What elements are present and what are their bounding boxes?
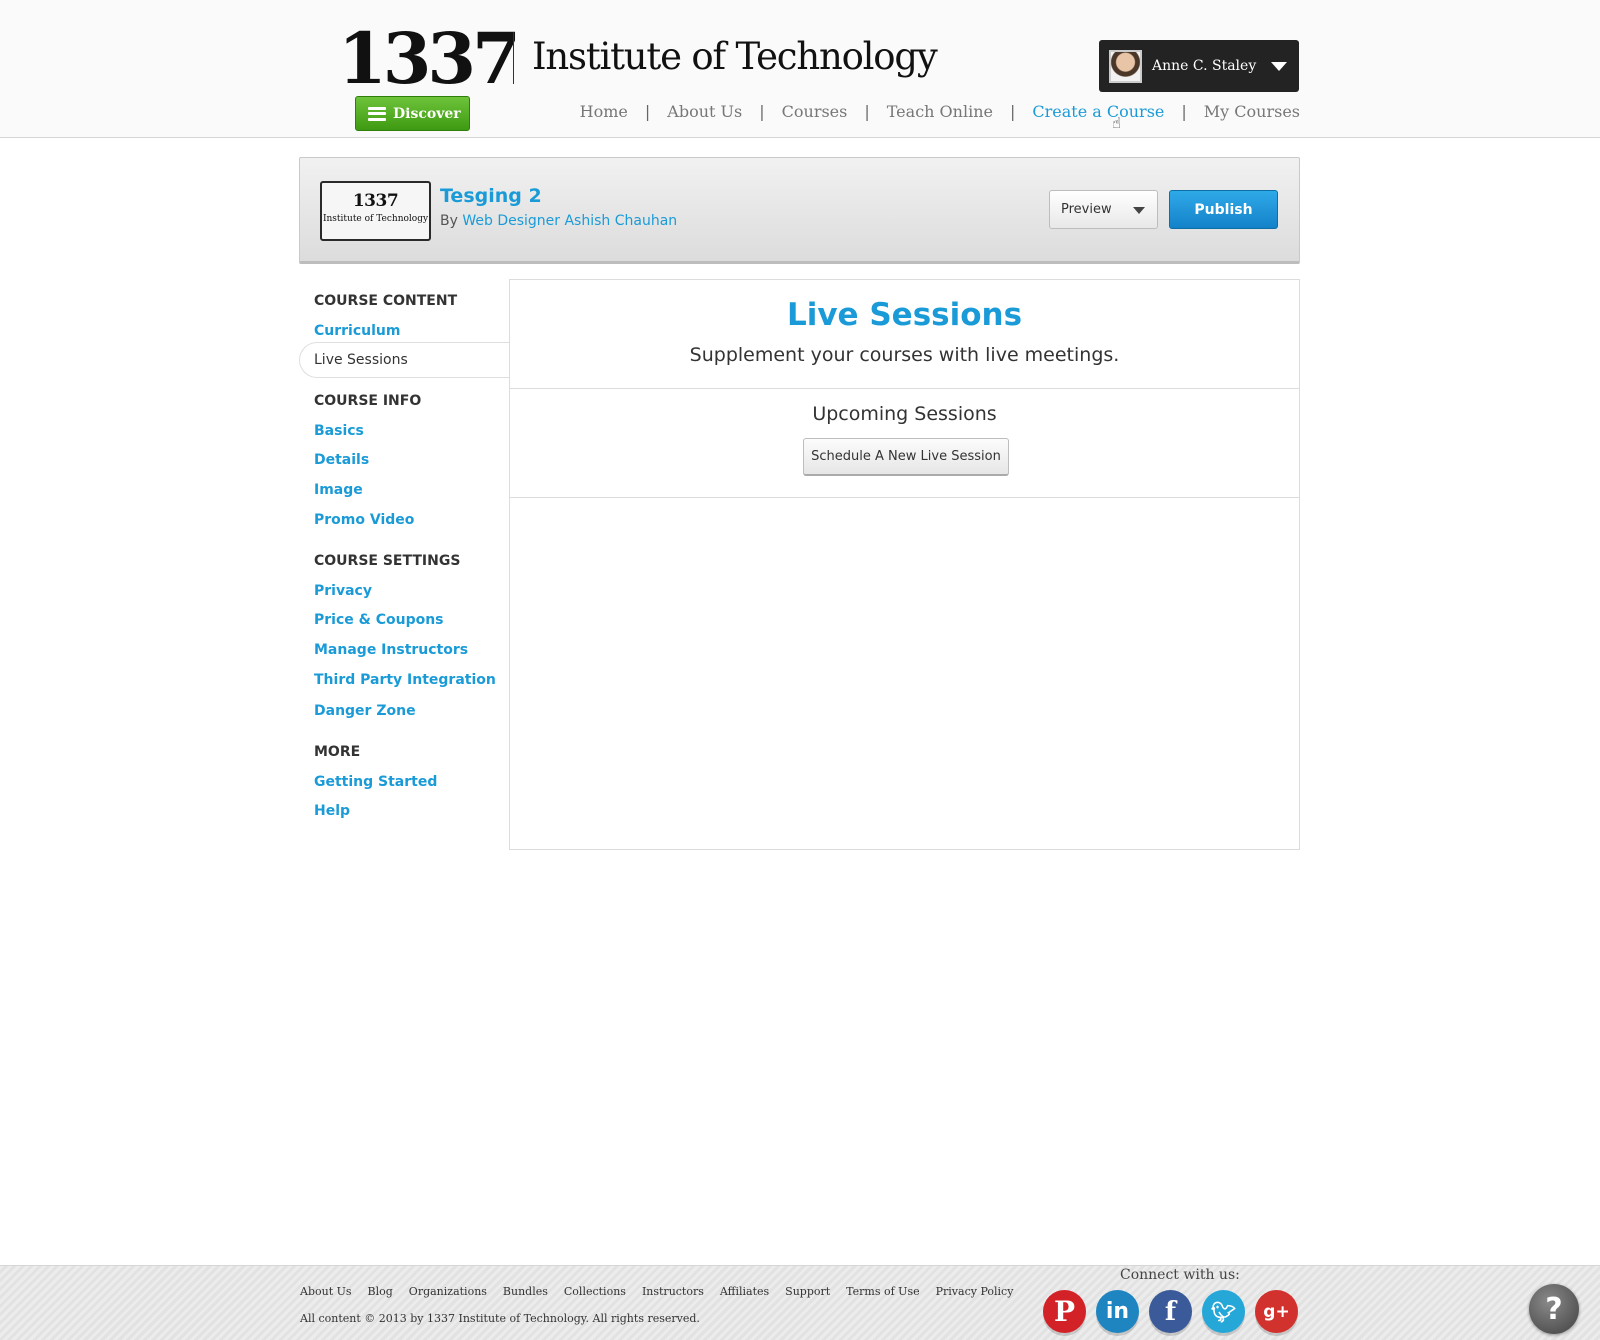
nav-create-a-course[interactable]: Create a Course [1032,102,1164,121]
nav-my-courses[interactable]: My Courses [1204,102,1300,121]
hand-cursor-icon: ☝ [1112,114,1122,132]
sidebar-item-getting-started[interactable]: Getting Started [314,774,437,790]
sidebar-item-image[interactable]: Image [314,482,363,498]
footer-link-terms-of-use[interactable]: Terms of Use [846,1285,919,1298]
upcoming-sessions-heading: Upcoming Sessions [812,403,997,425]
footer-link-organizations[interactable]: Organizations [409,1285,487,1298]
chevron-down-icon [1271,62,1287,71]
footer-link-instructors[interactable]: Instructors [642,1285,704,1298]
course-author-link[interactable]: Web Designer Ashish Chauhan [462,213,677,229]
footer-link-affiliates[interactable]: Affiliates [720,1285,769,1298]
logo-name[interactable]: Institute of Technology [532,32,938,82]
nav-separator: | [759,102,765,121]
course-thumbnail[interactable]: 1337 Institute of Technology [320,181,431,241]
nav-separator: | [1181,102,1187,121]
preview-label: Preview [1061,202,1112,217]
footer-link-about-us[interactable]: About Us [300,1285,352,1298]
user-menu[interactable]: Anne C. Staley [1099,40,1299,92]
page-subtitle: Supplement your courses with live meetin… [689,344,1120,366]
footer-link-collections[interactable]: Collections [564,1285,626,1298]
help-icon[interactable]: ? [1529,1284,1579,1334]
footer-link-support[interactable]: Support [785,1285,830,1298]
section-heading-more: MORE [314,744,361,760]
nav-teach-online[interactable]: Teach Online [887,102,993,121]
thumbnail-number: 1337 [352,191,399,211]
twitter-icon[interactable]: 🐦︎ [1202,1290,1245,1333]
preview-dropdown[interactable]: Preview [1049,190,1158,229]
sidebar-item-third-party-integration[interactable]: Third Party Integration [314,672,496,688]
site-footer: About Us Blog Organizations Bundles Coll… [0,1265,1600,1340]
section-heading-course-content: COURSE CONTENT [314,293,458,309]
sidebar-item-live-sessions[interactable]: Live Sessions [299,342,509,378]
byline-prefix: By [440,213,458,229]
course-header-bar: 1337 Institute of Technology Tesging 2 B… [299,157,1300,264]
section-heading-course-settings: COURSE SETTINGS [314,553,461,569]
sidebar-item-details[interactable]: Details [314,452,369,468]
sidebar-item-privacy[interactable]: Privacy [314,583,372,599]
social-links: P in f 🐦︎ g+ [1043,1290,1298,1333]
nav-about-us[interactable]: About Us [667,102,742,121]
sidebar-item-manage-instructors[interactable]: Manage Instructors [314,642,468,658]
google-plus-icon[interactable]: g+ [1255,1290,1298,1333]
logo-number[interactable]: 1337 [338,14,521,104]
linkedin-icon[interactable]: in [1096,1290,1139,1333]
avatar [1109,49,1142,83]
footer-links: About Us Blog Organizations Bundles Coll… [300,1285,1013,1298]
facebook-icon[interactable]: f [1149,1290,1192,1333]
publish-button[interactable]: Publish [1169,190,1278,229]
nav-separator: | [1009,102,1016,121]
course-byline: By Web Designer Ashish Chauhan [440,213,677,229]
sidebar-item-price-coupons[interactable]: Price & Coupons [314,612,444,628]
sidebar-item-help[interactable]: Help [314,803,350,819]
sidebar-item-danger-zone[interactable]: Danger Zone [314,703,416,719]
sidebar-item-promo-video[interactable]: Promo Video [314,512,414,528]
logo-divider [513,32,514,84]
sidebar-item-basics[interactable]: Basics [314,423,364,439]
live-sessions-panel: Live Sessions Supplement your courses wi… [509,279,1300,850]
nav-home[interactable]: Home [580,102,628,121]
user-name: Anne C. Staley [1152,58,1257,74]
schedule-live-session-button[interactable]: Schedule A New Live Session [803,438,1009,476]
sidebar-item-curriculum[interactable]: Curriculum [314,323,400,339]
nav-separator: | [644,102,651,121]
connect-label: Connect with us: [1120,1267,1240,1283]
discover-button[interactable]: Discover [355,96,470,131]
course-title[interactable]: Tesging 2 [440,185,542,207]
page-title: Live Sessions [786,297,1023,333]
thumbnail-name: Institute of Technology [322,214,429,224]
divider [510,497,1299,498]
nav-courses[interactable]: Courses [782,102,848,121]
divider [510,388,1299,389]
nav-separator: | [864,102,870,121]
chevron-down-icon [1133,207,1145,214]
section-heading-course-info: COURSE INFO [314,393,422,409]
copyright-text: All content © 2013 by 1337 Institute of … [300,1312,700,1325]
site-header: 1337 Institute of Technology Discover An… [0,0,1600,138]
menu-icon [368,106,386,121]
footer-link-blog[interactable]: Blog [368,1285,393,1298]
footer-link-bundles[interactable]: Bundles [503,1285,548,1298]
sidebar-item-label: Live Sessions [314,352,408,368]
footer-link-privacy-policy[interactable]: Privacy Policy [936,1285,1014,1298]
top-nav: Home | About Us | Courses | Teach Online… [580,102,1300,121]
discover-label: Discover [393,105,461,122]
pinterest-icon[interactable]: P [1043,1290,1086,1333]
